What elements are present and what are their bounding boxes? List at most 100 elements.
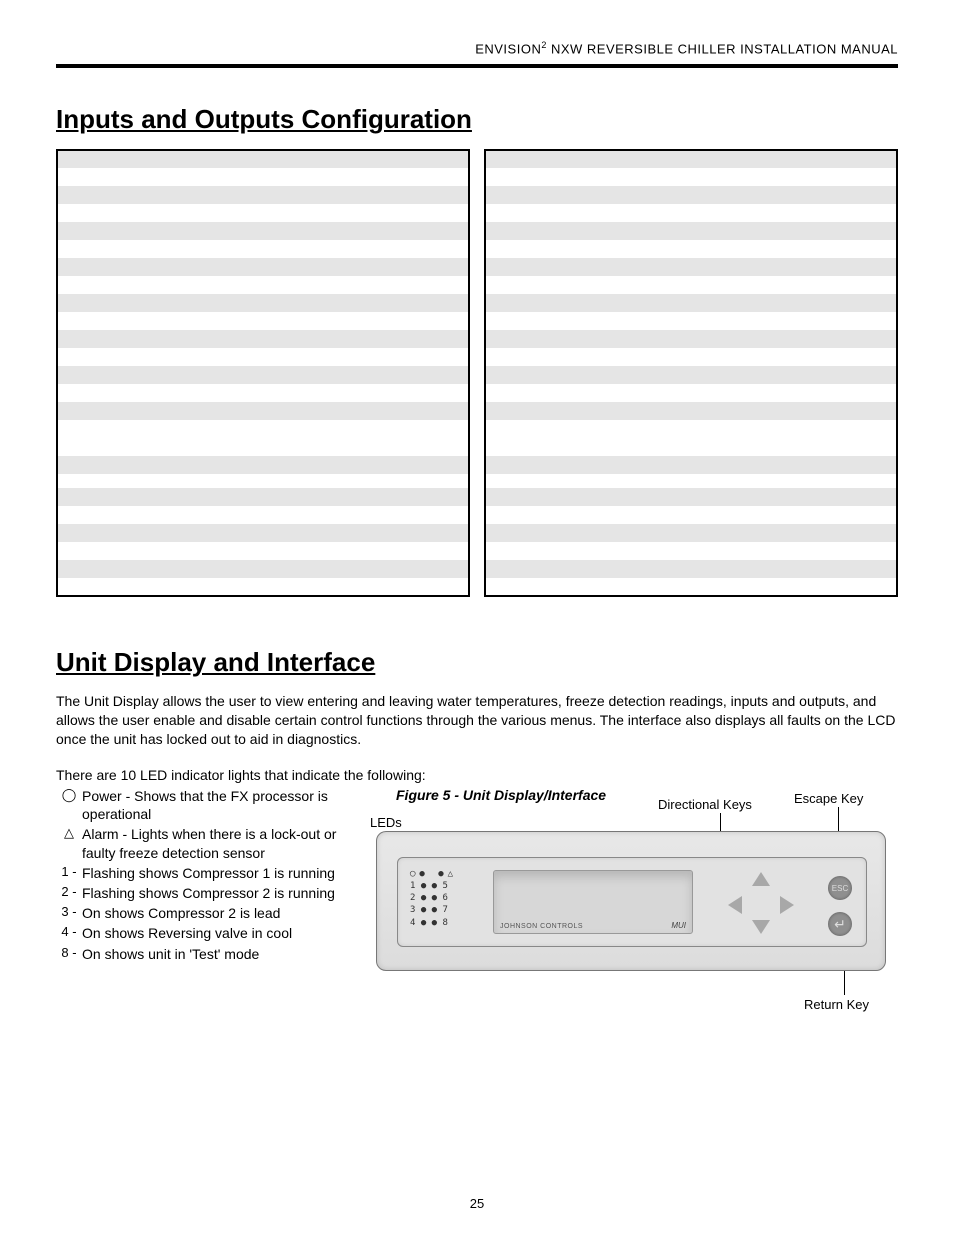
led-item-text: On shows Reversing valve in cool <box>82 924 346 942</box>
led-item-text: Flashing shows Compressor 2 is running <box>82 884 346 902</box>
table-cell <box>485 474 897 488</box>
return-button[interactable]: ↵ <box>828 912 852 936</box>
arrow-down-icon[interactable] <box>752 920 770 934</box>
led-item-text: Alarm - Lights when there is a lock-out … <box>82 825 346 861</box>
table-cell <box>485 456 897 474</box>
led-item-icon: △ <box>56 825 82 861</box>
directional-keys[interactable] <box>726 872 796 934</box>
led-item-text: Power - Shows that the FX processor is o… <box>82 787 346 823</box>
config-tables <box>56 149 898 597</box>
table-cell <box>485 402 897 420</box>
table-cell <box>485 186 897 204</box>
led-item: 2 -Flashing shows Compressor 2 is runnin… <box>56 884 346 902</box>
led-item: 4 -On shows Reversing valve in cool <box>56 924 346 942</box>
table-cell <box>57 276 469 294</box>
page-header: ENVISION2 NXW REVERSIBLE CHILLER INSTALL… <box>56 40 898 56</box>
led-item-text: On shows unit in 'Test' mode <box>82 945 346 963</box>
led-panel-row-0: 1 ● ● 5 <box>410 880 457 892</box>
table-cell <box>57 456 469 474</box>
table-cell <box>485 506 897 524</box>
table-cell <box>485 258 897 276</box>
led-item-icon: 2 - <box>56 884 82 902</box>
led-item-icon: 3 - <box>56 904 82 922</box>
table-cell <box>485 524 897 542</box>
header-prefix: ENVISION <box>475 41 541 56</box>
table-cell <box>57 542 469 560</box>
table-cell <box>57 258 469 276</box>
table-cell <box>57 186 469 204</box>
led-intro: There are 10 LED indicator lights that i… <box>56 767 898 783</box>
label-return: Return Key <box>804 997 869 1012</box>
label-escape: Escape Key <box>794 791 863 806</box>
led-panel-row-1: 2 ● ● 6 <box>410 892 457 904</box>
table-cell <box>57 330 469 348</box>
label-directional: Directional Keys <box>658 797 752 812</box>
table-cell <box>57 204 469 222</box>
led-item: ◯Power - Shows that the FX processor is … <box>56 787 346 823</box>
panel-inset: ◯● ●△ 1 ● ● 5 2 ● ● 6 3 ● ● 7 4 ● ● 8 JO… <box>397 857 867 947</box>
table-cell <box>57 402 469 420</box>
header-rule <box>56 64 898 68</box>
table-cell <box>57 294 469 312</box>
table-cell <box>57 420 469 456</box>
table-cell <box>485 578 897 596</box>
table-cell <box>485 420 897 456</box>
led-item-text: Flashing shows Compressor 1 is running <box>82 864 346 882</box>
led-panel: ◯● ●△ 1 ● ● 5 2 ● ● 6 3 ● ● 7 4 ● ● 8 <box>410 868 457 929</box>
table-cell <box>485 312 897 330</box>
page-number: 25 <box>0 1196 954 1211</box>
table-cell <box>57 384 469 402</box>
table-cell <box>485 542 897 560</box>
led-item: △Alarm - Lights when there is a lock-out… <box>56 825 346 861</box>
config-table-right <box>484 149 898 597</box>
table-cell <box>57 150 469 168</box>
table-cell <box>485 150 897 168</box>
lcd-mui: MUI <box>671 921 686 930</box>
led-item-icon: 1 - <box>56 864 82 882</box>
config-table-left <box>56 149 470 597</box>
led-panel-top: ◯● ●△ <box>410 868 457 880</box>
table-cell <box>57 474 469 488</box>
figure-wrap: Figure 5 - Unit Display/Interface LEDs D… <box>376 787 898 971</box>
table-cell <box>485 488 897 506</box>
table-cell <box>485 240 897 258</box>
table-cell <box>57 240 469 258</box>
table-cell <box>57 222 469 240</box>
lcd-brand: JOHNSON CONTROLS <box>500 923 583 930</box>
table-cell <box>485 330 897 348</box>
table-cell <box>485 348 897 366</box>
table-cell <box>57 366 469 384</box>
table-cell <box>57 506 469 524</box>
led-panel-row-2: 3 ● ● 7 <box>410 904 457 916</box>
table-cell <box>485 294 897 312</box>
led-panel-row-3: 4 ● ● 8 <box>410 917 457 929</box>
table-cell <box>485 384 897 402</box>
table-cell <box>57 488 469 506</box>
led-item-icon: ◯ <box>56 787 82 823</box>
table-cell <box>57 524 469 542</box>
arrow-left-icon[interactable] <box>728 896 742 914</box>
table-cell <box>485 204 897 222</box>
arrow-up-icon[interactable] <box>752 872 770 886</box>
table-cell <box>485 222 897 240</box>
inputs-outputs-title: Inputs and Outputs Configuration <box>56 104 898 135</box>
table-cell <box>485 168 897 186</box>
escape-button[interactable]: ESC <box>828 876 852 900</box>
device-panel: ◯● ●△ 1 ● ● 5 2 ● ● 6 3 ● ● 7 4 ● ● 8 JO… <box>376 831 886 971</box>
led-item-icon: 8 - <box>56 945 82 963</box>
table-cell <box>485 560 897 578</box>
table-cell <box>57 578 469 596</box>
lcd-screen: JOHNSON CONTROLS MUI <box>493 870 693 934</box>
arrow-right-icon[interactable] <box>780 896 794 914</box>
led-item: 1 -Flashing shows Compressor 1 is runnin… <box>56 864 346 882</box>
led-list: ◯Power - Shows that the FX processor is … <box>56 787 346 965</box>
table-cell <box>57 348 469 366</box>
display-paragraph: The Unit Display allows the user to view… <box>56 692 898 749</box>
table-cell <box>57 312 469 330</box>
led-item: 8 -On shows unit in 'Test' mode <box>56 945 346 963</box>
led-item: 3 -On shows Compressor 2 is lead <box>56 904 346 922</box>
table-cell <box>57 168 469 186</box>
table-cell <box>485 366 897 384</box>
unit-display-title: Unit Display and Interface <box>56 647 898 678</box>
header-rest: NXW REVERSIBLE CHILLER INSTALLATION MANU… <box>547 41 898 56</box>
